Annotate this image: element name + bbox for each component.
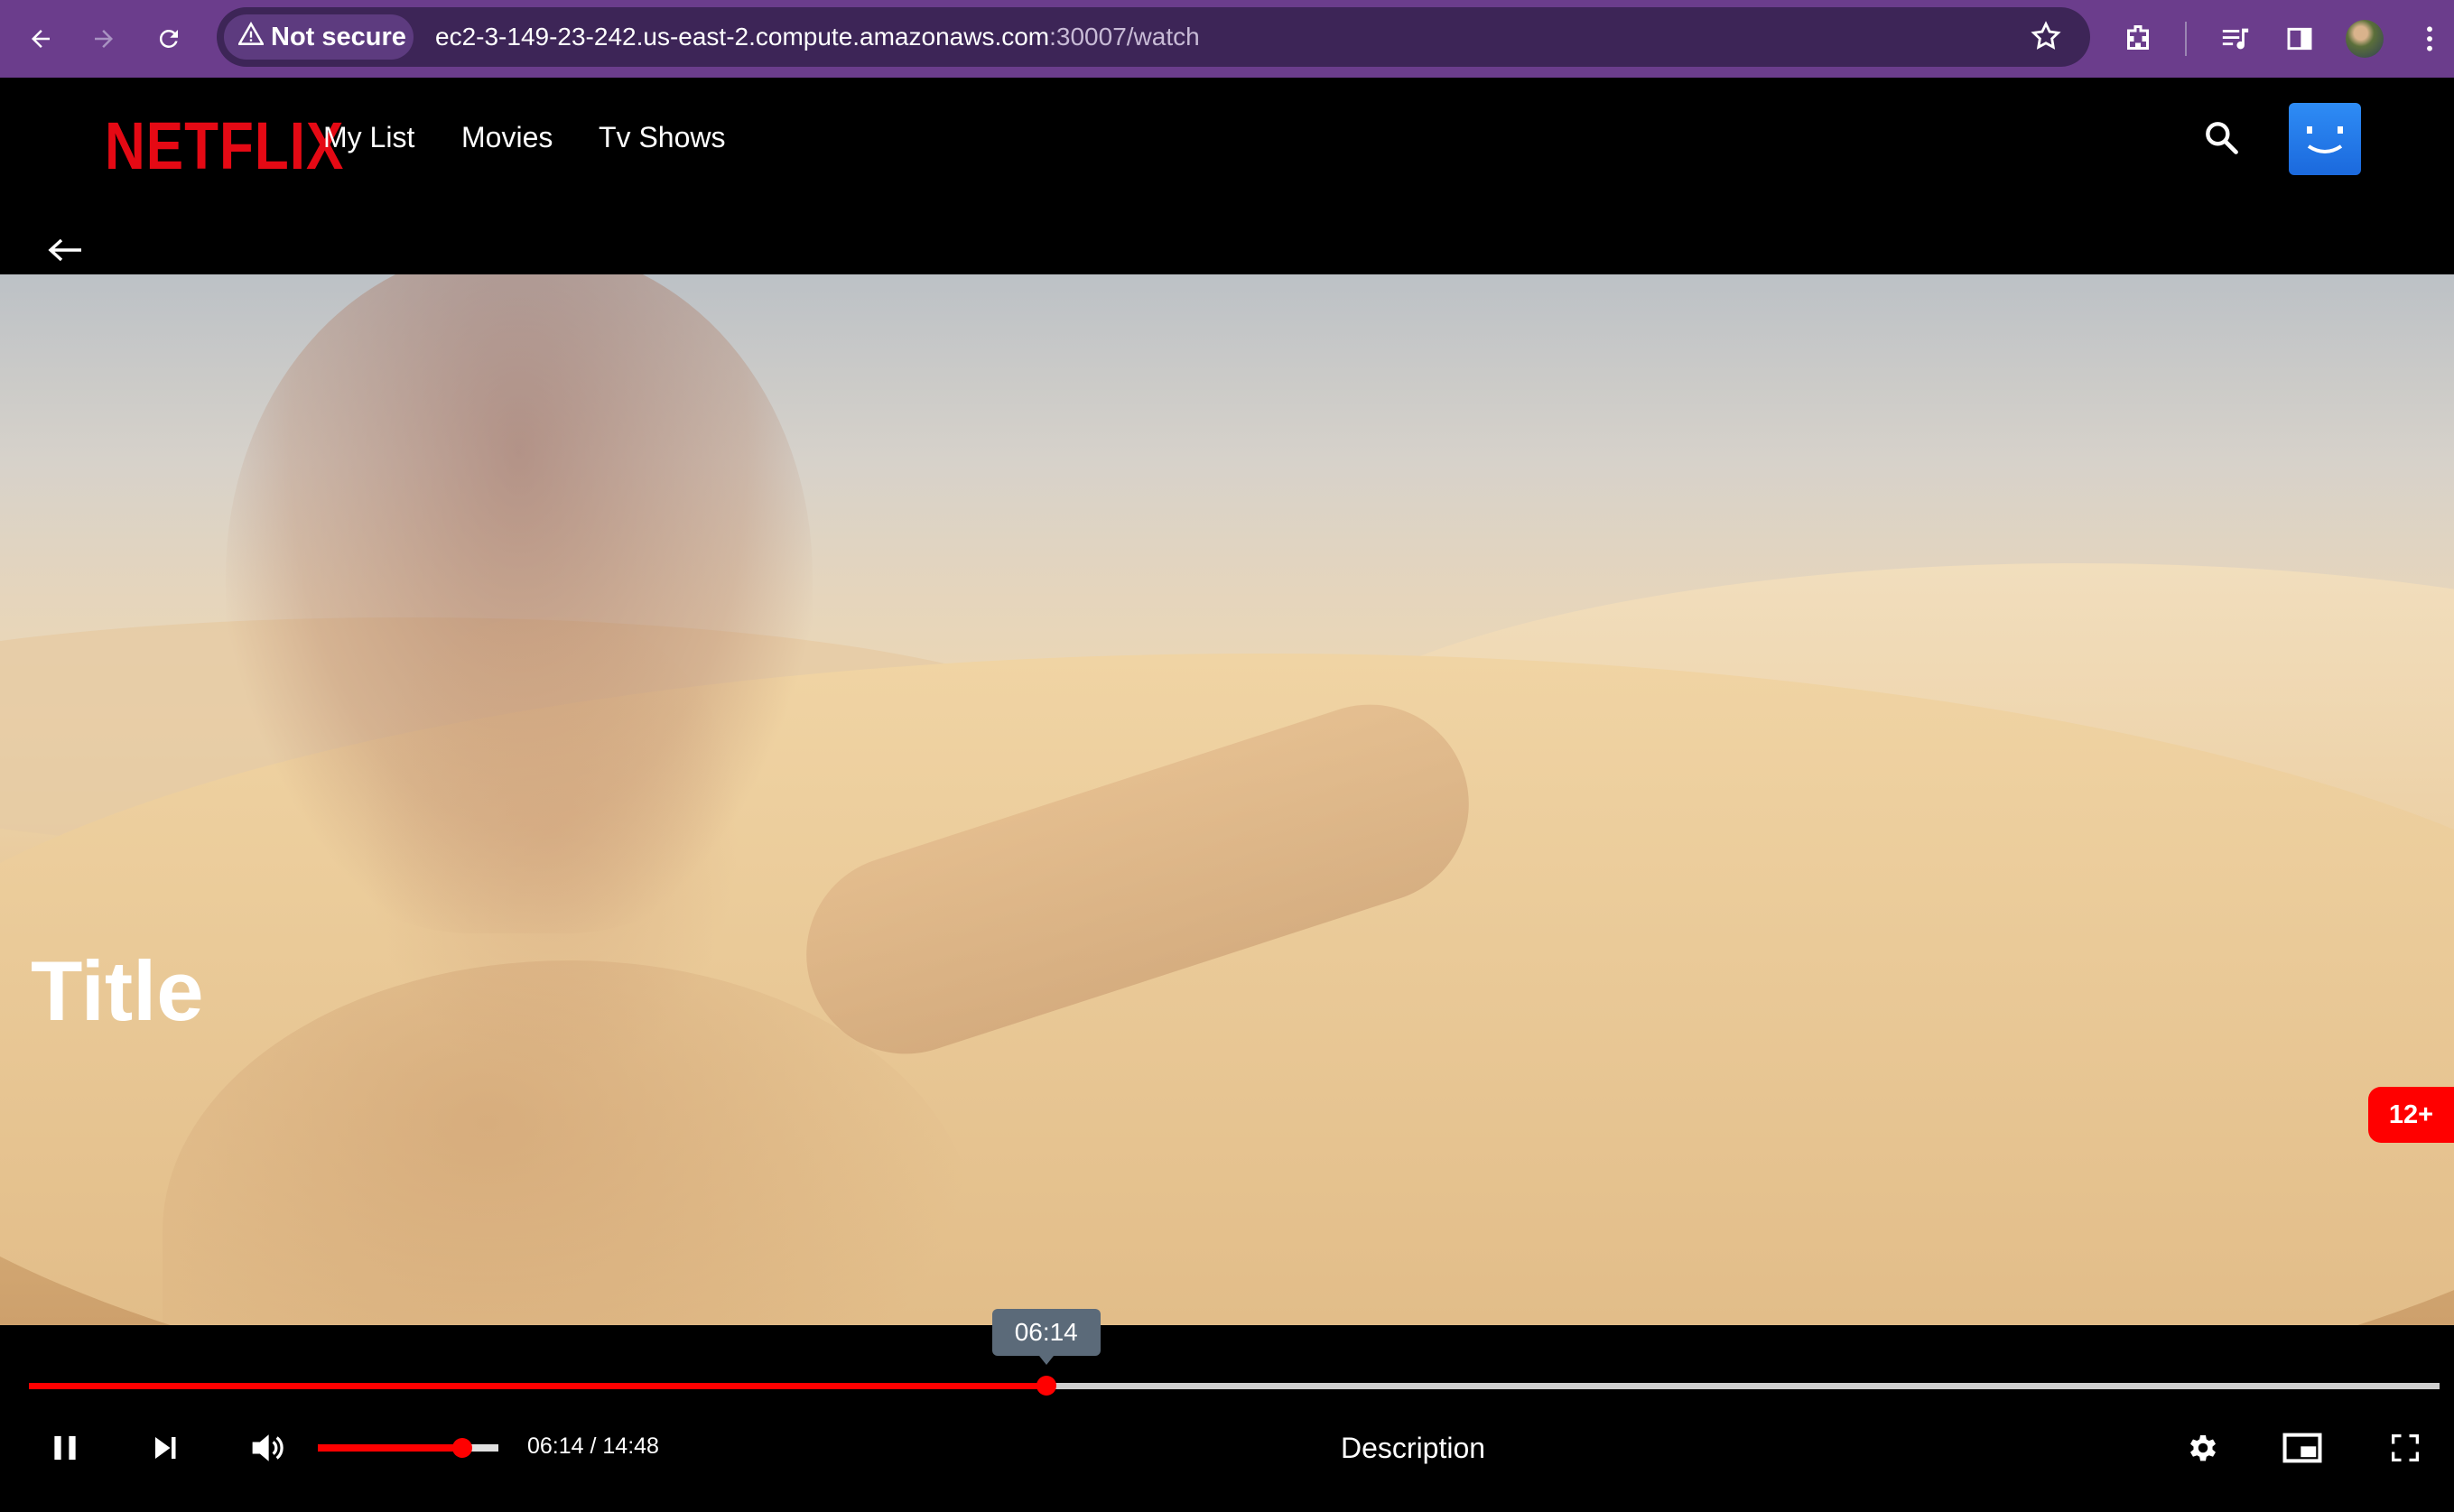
time-display: 06:14 / 14:48: [527, 1433, 659, 1459]
url-host: ec2-3-149-23-242.us-east-2.compute.amazo…: [435, 23, 1050, 51]
menu-icon[interactable]: [2407, 16, 2452, 61]
fullscreen-icon[interactable]: [2384, 1426, 2427, 1470]
reload-icon[interactable]: [146, 16, 191, 61]
volume-slider[interactable]: [318, 1438, 498, 1458]
pause-icon[interactable]: [43, 1426, 87, 1470]
settings-icon[interactable]: [2181, 1426, 2225, 1470]
address-bar[interactable]: Not secure ec2-3-149-23-242.us-east-2.co…: [217, 7, 2090, 67]
volume-level: [318, 1444, 462, 1452]
nav-movies[interactable]: Movies: [461, 121, 553, 154]
volume-icon[interactable]: [246, 1426, 289, 1470]
seek-progress: [29, 1383, 1046, 1389]
profile-avatar-smiley[interactable]: [2289, 103, 2361, 175]
nav-tv-shows[interactable]: Tv Shows: [599, 121, 725, 154]
video-description: Description: [1341, 1432, 1486, 1464]
seek-handle[interactable]: [1036, 1376, 1056, 1396]
sidepanel-icon[interactable]: [2277, 16, 2322, 61]
arrow-left-icon[interactable]: [47, 237, 83, 268]
miniplayer-icon[interactable]: [2281, 1426, 2324, 1470]
profile-avatar[interactable]: [2346, 20, 2384, 58]
media-icon[interactable]: [2213, 16, 2258, 61]
nav-my-list[interactable]: My List: [323, 121, 414, 154]
seek-bar[interactable]: [29, 1376, 2440, 1396]
toolbar-divider: [2185, 22, 2187, 56]
browser-toolbar: Not secure ec2-3-149-23-242.us-east-2.co…: [0, 0, 2454, 78]
extensions-icon[interactable]: [2115, 16, 2161, 61]
security-chip[interactable]: Not secure: [224, 14, 414, 60]
volume-handle[interactable]: [452, 1438, 472, 1458]
site-header: NETFLIX My List Movies Tv Shows: [0, 78, 2454, 274]
age-rating-badge: 12+: [2368, 1087, 2454, 1143]
url-path: :30007/watch: [1049, 23, 1200, 51]
video-frame[interactable]: Title 12+: [0, 274, 2454, 1325]
search-icon[interactable]: [2201, 117, 2241, 162]
security-label: Not secure: [271, 22, 406, 51]
back-icon[interactable]: [18, 16, 63, 61]
player-controls: 06:14 06:14 / 14:48 Description: [0, 1309, 2454, 1512]
forward-icon[interactable]: [81, 16, 126, 61]
video-title: Title: [31, 943, 204, 1038]
star-icon[interactable]: [2029, 19, 2063, 58]
url-text[interactable]: ec2-3-149-23-242.us-east-2.compute.amazo…: [435, 7, 1200, 67]
netflix-logo[interactable]: NETFLIX: [105, 108, 344, 185]
warning-icon: [237, 21, 265, 52]
seek-tooltip: 06:14: [991, 1309, 1101, 1365]
next-icon[interactable]: [144, 1426, 188, 1470]
